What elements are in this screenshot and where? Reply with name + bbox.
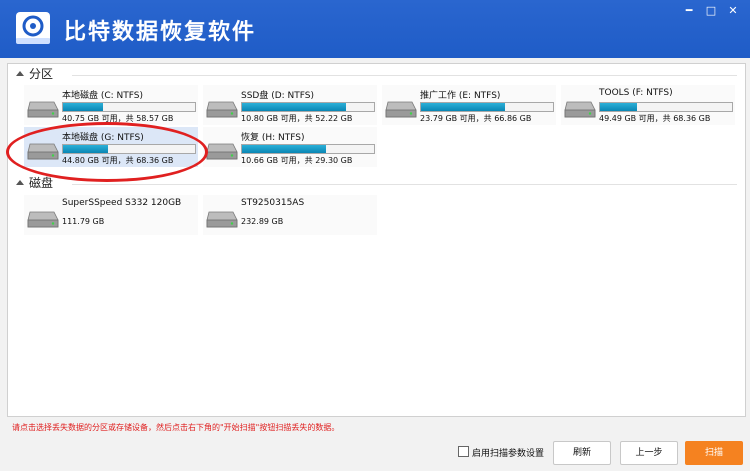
capacity-info: 40.75 GB 可用，共 58.57 GB	[62, 114, 174, 123]
capacity-info: 111.79 GB	[62, 217, 105, 226]
drive-name: SSD盘 (D: NTFS)	[241, 91, 315, 101]
disk-tile-hdd[interactable]: ST9250315AS 232.89 GB	[203, 195, 377, 235]
capacity-info: 232.89 GB	[241, 217, 284, 226]
usage-bar	[241, 144, 375, 154]
hard-drive-icon	[27, 211, 59, 228]
usage-bar	[241, 102, 375, 112]
main-panel: 分区 本地磁盘 (C: NTFS) 40.75 GB 可用，共 58.57 GB …	[7, 63, 746, 417]
drive-name: TOOLS (F: NTFS)	[599, 88, 673, 98]
hard-drive-icon	[206, 211, 238, 228]
app-title: 比特数据恢复软件	[64, 20, 257, 45]
back-button[interactable]: 上一步	[620, 441, 678, 465]
collapse-icon	[16, 71, 24, 76]
hard-drive-icon	[564, 101, 596, 118]
usage-bar-fill	[63, 145, 108, 153]
drive-name: 本地磁盘 (C: NTFS)	[62, 91, 144, 101]
advanced-settings-checkbox[interactable]: 启用扫描参数设置	[458, 446, 544, 459]
partition-tile-d[interactable]: SSD盘 (D: NTFS) 10.80 GB 可用，共 52.22 GB	[203, 85, 377, 125]
partition-tile-h[interactable]: 恢复 (H: NTFS) 10.66 GB 可用，共 29.30 GB	[203, 127, 377, 167]
partition-tile-g[interactable]: 本地磁盘 (G: NTFS) 44.80 GB 可用，共 68.36 GB	[24, 127, 198, 167]
usage-bar-fill	[421, 103, 506, 111]
partitions-label: 分区	[29, 67, 54, 81]
capacity-info: 10.80 GB 可用，共 52.22 GB	[241, 114, 353, 123]
close-button[interactable]: ✕	[724, 4, 742, 18]
drive-name: 恢复 (H: NTFS)	[241, 133, 305, 143]
disks-label: 磁盘	[29, 176, 54, 190]
usage-bar	[420, 102, 554, 112]
hard-drive-icon	[206, 143, 238, 160]
usage-bar	[62, 144, 196, 154]
disk-tile-ssd[interactable]: SuperSSpeed S332 120GB 111.79 GB	[24, 195, 198, 235]
drive-name: SuperSSpeed S332 120GB	[62, 198, 182, 208]
hard-drive-icon	[385, 101, 417, 118]
drive-name: 本地磁盘 (G: NTFS)	[62, 133, 144, 143]
collapse-icon	[16, 180, 24, 185]
hard-drive-icon	[206, 101, 238, 118]
scan-button[interactable]: 扫描	[685, 441, 743, 465]
partition-tile-f[interactable]: TOOLS (F: NTFS) 49.49 GB 可用，共 68.36 GB	[561, 85, 735, 125]
checkbox-box[interactable]	[458, 446, 469, 457]
disks-header[interactable]: 磁盘	[16, 175, 53, 191]
drive-name: ST9250315AS	[241, 198, 305, 208]
drive-name: 推广工作 (E: NTFS)	[420, 91, 501, 101]
usage-bar	[62, 102, 196, 112]
usage-bar-fill	[600, 103, 637, 111]
title-bar: 比特数据恢复软件 ━ □ ✕	[0, 0, 750, 58]
capacity-info: 49.49 GB 可用，共 68.36 GB	[599, 114, 711, 123]
divider	[72, 75, 737, 76]
hard-drive-icon	[27, 101, 59, 118]
capacity-info: 44.80 GB 可用，共 68.36 GB	[62, 156, 174, 165]
app-logo-icon	[16, 12, 50, 44]
instruction-hint: 请点击选择丢失数据的分区或存储设备，然后点击右下角的"开始扫描"按钮扫描丢失的数…	[12, 423, 340, 432]
divider	[72, 184, 737, 185]
usage-bar-fill	[242, 145, 327, 153]
partitions-header[interactable]: 分区	[16, 66, 53, 82]
capacity-info: 10.66 GB 可用，共 29.30 GB	[241, 156, 353, 165]
minimize-button[interactable]: ━	[680, 4, 698, 18]
usage-bar	[599, 102, 733, 112]
capacity-info: 23.79 GB 可用，共 66.86 GB	[420, 114, 532, 123]
hard-drive-icon	[27, 143, 59, 160]
checkbox-label: 启用扫描参数设置	[472, 449, 545, 459]
refresh-button[interactable]: 刷新	[553, 441, 611, 465]
usage-bar-fill	[242, 103, 347, 111]
maximize-button[interactable]: □	[702, 4, 720, 18]
partition-tile-e[interactable]: 推广工作 (E: NTFS) 23.79 GB 可用，共 66.86 GB	[382, 85, 556, 125]
partition-tile-c[interactable]: 本地磁盘 (C: NTFS) 40.75 GB 可用，共 58.57 GB	[24, 85, 198, 125]
usage-bar-fill	[63, 103, 103, 111]
